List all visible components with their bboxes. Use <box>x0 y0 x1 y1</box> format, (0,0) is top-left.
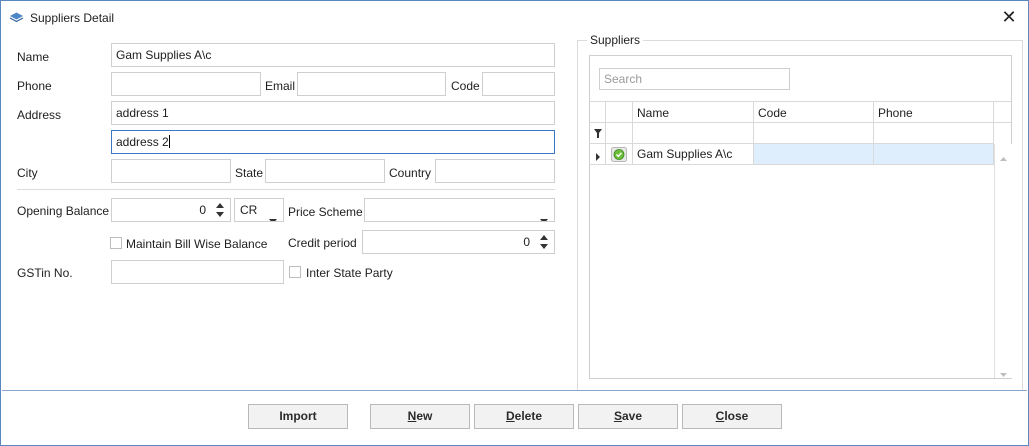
row-pointer-icon <box>596 150 600 164</box>
suppliers-grid: Name Code Phone Gam Supplies A\c <box>590 101 1011 378</box>
new-button-label: ew <box>416 409 433 423</box>
country-field[interactable] <box>435 159 555 183</box>
city-field[interactable] <box>111 159 231 183</box>
scroll-up-icon[interactable] <box>1000 150 1007 164</box>
opening-balance-spinner[interactable]: 0 <box>111 198 231 222</box>
save-button-mnemonic: S <box>613 409 622 423</box>
grid-status-header <box>606 101 633 123</box>
column-header-phone[interactable]: Phone <box>874 101 994 123</box>
code-field[interactable] <box>482 72 555 96</box>
gstin-field[interactable] <box>111 260 284 284</box>
maintain-bill-wise-checkbox[interactable] <box>110 237 122 249</box>
price-scheme-select[interactable] <box>364 198 555 222</box>
address-line2-field[interactable]: address 2 <box>111 130 555 154</box>
country-label: Country <box>389 166 432 180</box>
spin-arrows-icon[interactable] <box>216 202 224 218</box>
balance-type-select[interactable]: CR <box>234 198 284 222</box>
opening-balance-label: Opening Balance <box>17 204 110 218</box>
column-header-code[interactable]: Code <box>754 101 874 123</box>
active-check-icon <box>611 147 627 165</box>
table-row-status[interactable] <box>606 144 633 165</box>
row-indicator[interactable] <box>590 144 606 165</box>
inter-state-party-label: Inter State Party <box>306 266 393 280</box>
spin-arrows-icon[interactable] <box>540 234 548 250</box>
chevron-down-icon[interactable] <box>540 209 548 221</box>
email-field[interactable] <box>297 72 446 96</box>
balance-type-value: CR <box>240 203 258 217</box>
state-field[interactable] <box>265 159 385 183</box>
filter-cell-status[interactable] <box>606 123 633 144</box>
address-line2-value: address 2 <box>116 135 169 149</box>
import-button-label: Import <box>279 409 317 423</box>
delete-button-mnemonic: D <box>505 409 515 423</box>
delete-button-label: elete <box>514 409 543 423</box>
save-button[interactable]: Save <box>578 404 678 429</box>
filter-cell-name[interactable] <box>633 123 754 144</box>
title-bar: Suppliers Detail ✕ <box>1 1 1028 33</box>
import-button[interactable]: Import <box>248 404 348 429</box>
credit-period-label: Credit period <box>288 236 357 250</box>
gstin-label: GSTin No. <box>17 266 73 280</box>
filter-cell-code[interactable] <box>754 123 874 144</box>
close-icon[interactable]: ✕ <box>999 7 1019 27</box>
form-divider <box>17 189 555 190</box>
new-button[interactable]: New <box>370 404 470 429</box>
filter-icon[interactable] <box>594 128 602 142</box>
email-label: Email <box>265 79 296 93</box>
table-row-name[interactable]: Gam Supplies A\c <box>633 144 754 165</box>
scroll-down-icon[interactable] <box>1000 366 1007 380</box>
filter-cell-phone[interactable] <box>874 123 994 144</box>
close-button-label: lose <box>724 409 749 423</box>
window-title: Suppliers Detail <box>30 11 115 25</box>
name-field-value: Gam Supplies A\c <box>116 48 212 62</box>
suppliers-detail-window: Suppliers Detail ✕ Name Gam Supplies A\c… <box>0 0 1029 446</box>
chevron-down-icon[interactable] <box>269 209 277 221</box>
price-scheme-label: Price Scheme <box>288 205 363 219</box>
state-label: State <box>235 166 264 180</box>
credit-period-value: 0 <box>523 235 530 249</box>
phone-label: Phone <box>17 79 52 93</box>
city-label: City <box>17 166 38 180</box>
button-bar-separator <box>2 390 1027 391</box>
address-line1-value: address 1 <box>116 106 169 120</box>
address-label: Address <box>17 108 62 122</box>
code-label: Code <box>451 79 480 93</box>
maintain-bill-wise-label: Maintain Bill Wise Balance <box>126 237 268 251</box>
close-button[interactable]: Close <box>682 404 782 429</box>
grid-vertical-scrollbar[interactable] <box>994 144 1012 378</box>
suppliers-app-icon <box>9 11 24 23</box>
column-header-spacer <box>994 101 1011 123</box>
name-label: Name <box>17 50 50 64</box>
inter-state-party-checkbox[interactable] <box>289 266 301 278</box>
search-placeholder: Search <box>604 72 643 86</box>
opening-balance-value: 0 <box>199 203 206 217</box>
address-line1-field[interactable]: address 1 <box>111 101 555 125</box>
table-row-phone[interactable] <box>874 144 994 165</box>
phone-field[interactable] <box>111 72 261 96</box>
table-row-code[interactable] <box>754 144 874 165</box>
save-button-label: ave <box>621 409 643 423</box>
name-field[interactable]: Gam Supplies A\c <box>111 43 555 67</box>
grid-row-indicator-header <box>590 101 606 123</box>
delete-button[interactable]: Delete <box>474 404 574 429</box>
search-input[interactable]: Search <box>599 68 790 90</box>
suppliers-group-title: Suppliers <box>587 33 644 47</box>
text-caret <box>168 135 170 148</box>
filter-row-indicator[interactable] <box>590 123 606 144</box>
column-header-name[interactable]: Name <box>633 101 754 123</box>
credit-period-spinner[interactable]: 0 <box>362 230 555 254</box>
